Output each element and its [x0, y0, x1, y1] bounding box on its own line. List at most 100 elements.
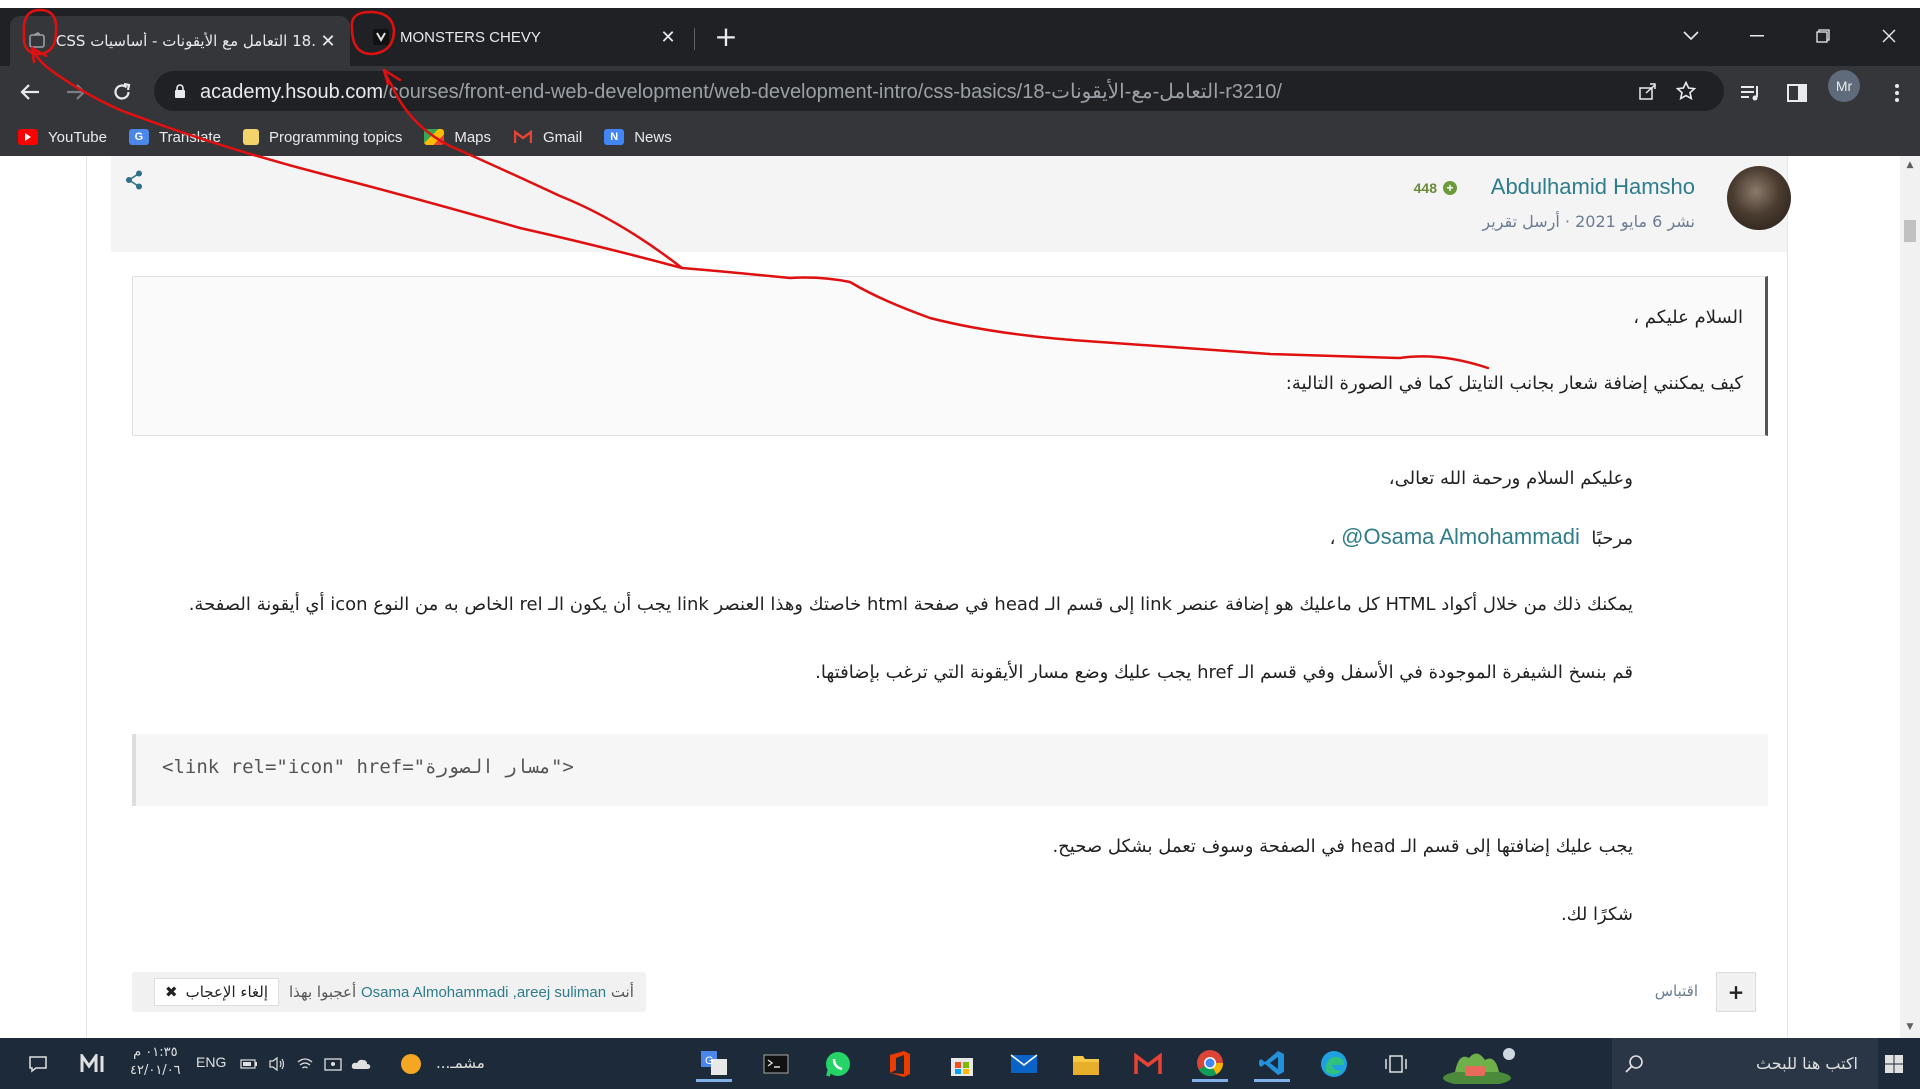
- tab-title: MONSTERS CHEVY: [400, 28, 541, 46]
- battery-icon[interactable]: [236, 1046, 262, 1082]
- window-top-edge: [0, 0, 1920, 8]
- scroll-down-arrow-icon[interactable]: ▼: [1904, 1022, 1916, 1034]
- task-view-icon[interactable]: [1378, 1046, 1414, 1082]
- bookmark-label: Translate: [158, 128, 221, 146]
- answer-paragraph: يمكنك ذلك من خلال أكواد HTML كل ماعليك ه…: [188, 594, 1633, 615]
- page-scrollbar[interactable]: ▲ ▼: [1900, 156, 1920, 1038]
- taskbar-search-box[interactable]: اكتب هنا للبحث: [1612, 1038, 1878, 1089]
- author-name-link[interactable]: Abdulhamid Hamsho: [1491, 174, 1695, 200]
- svg-text:G: G: [705, 1055, 714, 1067]
- bookmark-gmail[interactable]: Gmail: [513, 129, 582, 146]
- terminal-icon[interactable]: [758, 1046, 794, 1082]
- whatsapp-icon[interactable]: [820, 1046, 856, 1082]
- media-controls-icon[interactable]: [1738, 80, 1764, 106]
- monsters-favicon-icon: [372, 28, 390, 46]
- tab-inactive[interactable]: MONSTERS CHEVY ✕: [354, 14, 690, 60]
- side-panel-icon[interactable]: [1784, 80, 1810, 106]
- gmail-app-icon[interactable]: [1130, 1046, 1166, 1082]
- language-indicator[interactable]: ENG: [196, 1054, 226, 1070]
- bookmark-programming-topics[interactable]: Programming topics: [242, 128, 403, 146]
- bookmark-label: News: [634, 128, 672, 146]
- url-host: academy.hsoub.com: [200, 80, 384, 103]
- address-bar[interactable]: academy.hsoub.com/courses/front-end-web-…: [154, 71, 1724, 111]
- search-icon: [1625, 1054, 1643, 1073]
- meet-now-icon[interactable]: [320, 1046, 346, 1082]
- tray-clock[interactable]: ٠١:٣٥ م ٤٢/٠١/٠٦: [130, 1044, 181, 1080]
- mention-link[interactable]: @Osama Almohammadi: [1341, 524, 1580, 549]
- minimize-button[interactable]: [1734, 16, 1780, 56]
- new-tab-button[interactable]: +: [710, 20, 742, 53]
- share-icon[interactable]: [125, 170, 147, 192]
- author-avatar[interactable]: [1727, 166, 1791, 230]
- orange-app-icon[interactable]: [396, 1046, 426, 1082]
- answer-greeting: وعليكم السلام ورحمة الله تعالى،: [1388, 468, 1633, 489]
- scrollbar-thumb[interactable]: [1904, 220, 1916, 242]
- tab-title: .18 التعامل مع الأيقونات - أساسيات CSS: [56, 32, 316, 50]
- post-container: 448 + Abdulhamid Hamsho نشر 6 مايو 2021 …: [86, 156, 1791, 1038]
- quote-link[interactable]: اقتباس: [1655, 982, 1698, 1000]
- menu-kebab-icon[interactable]: [1884, 80, 1910, 106]
- chrome-icon[interactable]: [1192, 1046, 1228, 1082]
- reactions-suffix: أعجبوا بهذا: [289, 983, 357, 1001]
- onedrive-cloud-icon[interactable]: [348, 1046, 374, 1082]
- translate-app-icon[interactable]: G: [696, 1046, 732, 1082]
- quote-line: كيف يمكنني إضافة شعار بجانب التايتل كما …: [1285, 373, 1743, 394]
- restore-button[interactable]: [1800, 16, 1846, 56]
- volume-icon[interactable]: [264, 1046, 290, 1082]
- multiquote-plus-button[interactable]: +: [1716, 972, 1756, 1012]
- close-x-icon: ✖: [165, 983, 178, 1001]
- reactions-names[interactable]: Osama Almohammadi ,areej suliman: [361, 984, 606, 1001]
- bookmark-maps[interactable]: Maps: [424, 129, 491, 146]
- web-page: 448 + Abdulhamid Hamsho نشر 6 مايو 2021 …: [0, 156, 1920, 1038]
- bookmark-star-icon[interactable]: [1674, 79, 1698, 103]
- vscode-icon[interactable]: [1254, 1046, 1290, 1082]
- tab-active[interactable]: .18 التعامل مع الأيقونات - أساسيات CSS ✕: [10, 16, 350, 66]
- share-page-icon[interactable]: [1636, 79, 1660, 103]
- close-window-button[interactable]: [1866, 16, 1912, 56]
- wifi-icon[interactable]: [292, 1046, 318, 1082]
- m-app-icon[interactable]: [76, 1046, 112, 1082]
- bookmark-label: Programming topics: [268, 128, 403, 146]
- windows-taskbar: ٠١:٣٥ م ٤٢/٠١/٠٦ ENG مشمـ... G اكتب هنا …: [0, 1038, 1920, 1089]
- running-app-label[interactable]: مشمـ...: [436, 1054, 485, 1072]
- answer-thanks: شكرًا لك.: [1560, 904, 1633, 925]
- author-reputation: 448 +: [1414, 180, 1457, 196]
- tab-close-icon[interactable]: ✕: [316, 29, 340, 53]
- post-author-header: 448 + Abdulhamid Hamsho نشر 6 مايو 2021 …: [111, 156, 1791, 252]
- tab-bar: .18 التعامل مع الأيقونات - أساسيات CSS ✕…: [0, 8, 1920, 66]
- page-favicon-icon: [28, 32, 46, 50]
- forward-arrow-icon[interactable]: [58, 74, 94, 110]
- bookmark-news[interactable]: N News: [604, 129, 672, 146]
- notifications-icon[interactable]: [20, 1046, 56, 1082]
- reload-icon[interactable]: [104, 74, 140, 110]
- google-news-icon: N: [604, 129, 625, 145]
- windows-start-icon[interactable]: [1878, 1048, 1910, 1080]
- folder-icon: [242, 129, 259, 145]
- tab-search-chevron-icon[interactable]: [1668, 16, 1714, 56]
- search-placeholder: اكتب هنا للبحث: [1756, 1054, 1858, 1073]
- tab-separator: [694, 28, 695, 50]
- unlike-button[interactable]: إلغاء الإعجاب ✖: [154, 978, 279, 1006]
- hello-prefix: مرحبًا: [1591, 528, 1633, 549]
- quote-line: السلام عليكم ،: [1633, 307, 1743, 328]
- edge-icon[interactable]: [1316, 1046, 1352, 1082]
- code-text: <link rel="icon" href="مسار الصورة">: [162, 756, 574, 778]
- clock-date: ٤٢/٠١/٠٦: [130, 1063, 181, 1078]
- quoted-question: السلام عليكم ، كيف يمكنني إضافة شعار بجا…: [132, 276, 1768, 436]
- office-icon[interactable]: [882, 1046, 918, 1082]
- unlike-label: إلغاء الإعجاب: [185, 983, 268, 1001]
- microsoft-store-icon[interactable]: [944, 1046, 980, 1082]
- tab-close-icon[interactable]: ✕: [656, 25, 680, 49]
- scroll-up-arrow-icon[interactable]: ▲: [1904, 160, 1916, 172]
- news-weather-widget-icon[interactable]: [1436, 1046, 1528, 1084]
- mail-icon[interactable]: [1006, 1046, 1042, 1082]
- file-explorer-icon[interactable]: [1068, 1046, 1104, 1082]
- bookmark-youtube[interactable]: YouTube: [18, 129, 107, 146]
- answer-hello: مرحبًا @Osama Almohammadi ،: [1330, 524, 1633, 550]
- google-translate-icon: G: [128, 129, 149, 145]
- bookmark-translate[interactable]: G Translate: [128, 128, 221, 146]
- hello-suffix: ،: [1329, 528, 1336, 549]
- profile-avatar[interactable]: Mr: [1828, 70, 1860, 102]
- back-arrow-icon[interactable]: [12, 74, 48, 110]
- url-path: /courses/front-end-web-development/web-d…: [383, 80, 1282, 103]
